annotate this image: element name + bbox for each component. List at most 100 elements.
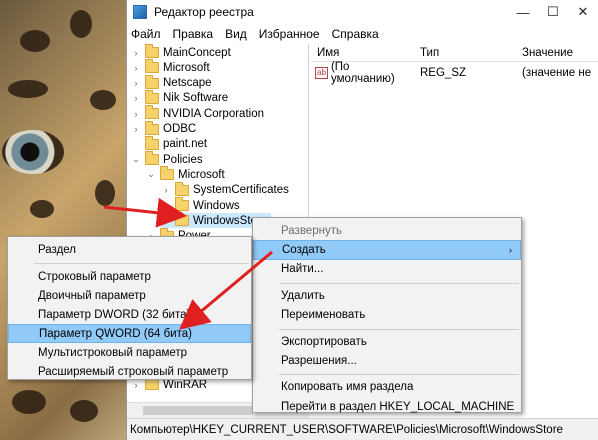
column-type[interactable]: Тип: [416, 47, 518, 59]
expand-chevron-icon[interactable]: ›: [161, 185, 171, 195]
tree-item[interactable]: › Nik Software: [131, 89, 232, 106]
value-type: REG_SZ: [420, 66, 467, 79]
menu-separator: [279, 328, 519, 330]
menu-item-label: Экспортировать: [281, 335, 367, 348]
menu-item[interactable]: Удалить: [253, 286, 521, 305]
expand-chevron-icon[interactable]: ›: [131, 109, 141, 119]
folder-icon: [145, 105, 159, 120]
tree-item[interactable]: › MainConcept: [131, 44, 235, 60]
menu-item[interactable]: Двоичный параметр: [8, 286, 251, 305]
folder-icon: [175, 212, 189, 227]
folder-icon: [145, 74, 159, 89]
close-button[interactable]: ✕: [568, 4, 598, 20]
menu-item[interactable]: Расширяемый строковый параметр: [8, 362, 251, 381]
value-row[interactable]: ab (По умолчанию) REG_SZ (значение не: [311, 61, 598, 85]
menu-item[interactable]: Переименовать: [253, 306, 521, 325]
value-data: (значение не: [522, 66, 592, 79]
menu-item-label: Создать: [282, 244, 326, 257]
menu-item-label: Параметр DWORD (32 бита): [38, 308, 191, 321]
menu-item[interactable]: Найти...: [253, 260, 521, 279]
expand-chevron-icon[interactable]: ›: [131, 93, 141, 103]
menu-item[interactable]: Строковый параметр: [8, 267, 251, 286]
expand-chevron-icon[interactable]: ›: [131, 78, 141, 88]
scrollbar-thumb[interactable]: [143, 406, 253, 415]
column-value[interactable]: Значение: [518, 47, 573, 59]
folder-icon: [145, 120, 159, 135]
expand-chevron-icon[interactable]: ⌄: [146, 169, 156, 180]
folder-icon: [145, 151, 159, 166]
menu-edit[interactable]: Правка: [173, 27, 214, 41]
menu-item-label: Найти...: [281, 263, 324, 276]
tree-item-label: NVIDIA Corporation: [163, 107, 264, 120]
tree-item-label: paint.net: [163, 138, 208, 151]
minimize-button[interactable]: —: [508, 5, 538, 20]
menu-item[interactable]: Раздел: [8, 240, 251, 259]
tree-item[interactable]: ⌄ Microsoft: [146, 166, 229, 182]
column-name[interactable]: Имя: [311, 47, 416, 59]
menu-item-label: Расширяемый строковый параметр: [38, 365, 229, 378]
menu-view[interactable]: Вид: [225, 27, 247, 41]
folder-icon: [145, 44, 159, 58]
menu-item[interactable]: Развернуть: [253, 221, 521, 240]
menu-item-label: Параметр QWORD (64 бита): [39, 327, 192, 340]
expand-chevron-icon[interactable]: ›: [131, 48, 141, 58]
menu-item[interactable]: Разрешения...: [253, 351, 521, 370]
menu-item-label: Копировать имя раздела: [281, 381, 414, 394]
title-bar: Редактор реестра — ☐ ✕: [127, 0, 598, 24]
menu-separator: [279, 374, 519, 376]
expand-chevron-icon[interactable]: ›: [161, 201, 171, 211]
menu-item[interactable]: Создать ›: [253, 240, 521, 260]
menu-item-label: Переименовать: [281, 309, 366, 322]
menu-favorites[interactable]: Избранное: [259, 27, 320, 41]
folder-icon: [175, 181, 189, 196]
regedit-icon: [133, 5, 147, 19]
menu-item[interactable]: Перейти в раздел HKEY_LOCAL_MACHINE: [253, 397, 521, 416]
tree-item[interactable]: › Microsoft: [131, 59, 214, 75]
list-header: Имя Тип Значение: [311, 44, 598, 62]
menu-item-label: Перейти в раздел HKEY_LOCAL_MACHINE: [281, 400, 515, 413]
menu-item[interactable]: Экспортировать: [253, 332, 521, 351]
tree-item[interactable]: › SystemCertificates: [161, 181, 293, 198]
menu-item[interactable]: Копировать имя раздела: [253, 378, 521, 397]
tree-item-label: Policies: [163, 153, 203, 166]
tree-item[interactable]: › Windows: [161, 197, 244, 213]
expand-chevron-icon[interactable]: ›: [131, 380, 141, 390]
menu-item-label: Двоичный параметр: [38, 289, 146, 302]
menu-item-label: Раздел: [38, 243, 77, 256]
menu-item[interactable]: Параметр DWORD (32 бита): [8, 305, 251, 324]
menu-item[interactable]: Мультистроковый параметр: [8, 343, 251, 362]
tree-item-label: Windows: [193, 199, 240, 212]
tree-item[interactable]: › ODBC: [131, 120, 200, 137]
menu-separator: [34, 263, 249, 264]
tree-item-label: MainConcept: [163, 46, 231, 59]
value-name: (По умолчанию): [330, 60, 395, 85]
expand-chevron-icon[interactable]: ⌄: [131, 154, 141, 165]
string-value-icon: ab: [315, 66, 328, 79]
tree-item-label: Netscape: [163, 77, 212, 90]
menu-file[interactable]: Файл: [131, 27, 161, 41]
tree-item[interactable]: ⌄ Policies: [131, 151, 207, 167]
menu-item-label: Мультистроковый параметр: [38, 346, 188, 359]
tree-item[interactable]: › Netscape: [131, 74, 216, 91]
menu-item[interactable]: Параметр QWORD (64 бита): [8, 324, 251, 343]
menu-help[interactable]: Справка: [332, 27, 379, 41]
window-title: Редактор реестра: [154, 5, 254, 19]
maximize-button[interactable]: ☐: [538, 4, 568, 20]
create-submenu: Раздел Строковый параметр Двоичный парамет…: [7, 236, 252, 380]
expand-chevron-icon[interactable]: ›: [131, 124, 141, 134]
menu-item-label: Строковый параметр: [38, 270, 151, 283]
status-bar: Компьютер\HKEY_CURRENT_USER\SOFTWARE\Pol…: [127, 418, 598, 440]
tree-item-label: ODBC: [163, 123, 197, 135]
tree-item-label: Microsoft: [163, 61, 210, 74]
menu-item-label: Развернуть: [281, 224, 342, 237]
menu-item-label: Удалить: [281, 289, 325, 302]
menu-bar: Файл Правка Вид Избранное Справка: [127, 24, 598, 44]
menu-separator: [279, 282, 519, 284]
tree-item[interactable]: paint.net: [131, 135, 211, 152]
leopard-eye: [2, 130, 64, 174]
tree-item-label: SystemCertificates: [193, 184, 289, 197]
submenu-arrow-icon: ›: [509, 245, 512, 256]
tree-item[interactable]: › NVIDIA Corporation: [131, 105, 268, 121]
expand-chevron-icon[interactable]: ›: [131, 63, 141, 73]
folder-icon: [160, 166, 174, 181]
